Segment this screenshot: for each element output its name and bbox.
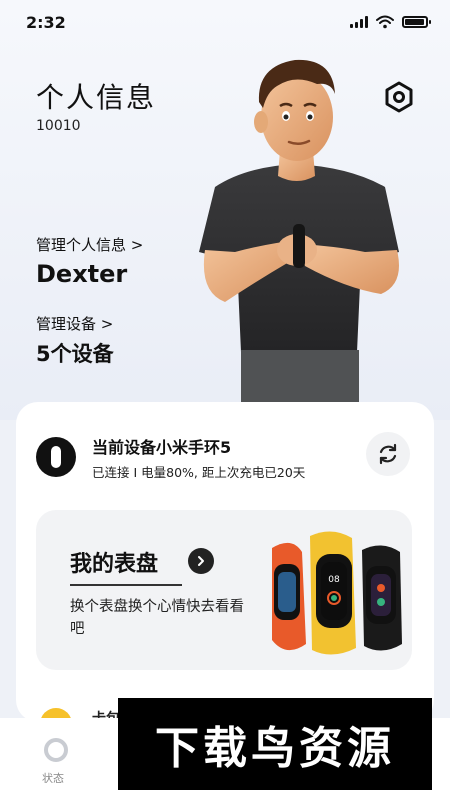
watermark-text: 下载鸟资源 — [155, 723, 395, 774]
status-icons — [350, 15, 431, 29]
tab-status-label[interactable]: 状态 — [42, 770, 64, 786]
device-status: 已连接 I 电量80%, 距上次充电已20天 — [92, 465, 306, 480]
watchface-description: 换个表盘换个心情快去看看吧 — [70, 599, 244, 637]
signal-icon — [350, 16, 368, 28]
band-products-image: 08 — [272, 531, 402, 655]
device-card: 当前设备小米手环5 已连接 I 电量80%, 距上次充电已20天 我的表盘 换个… — [16, 402, 434, 722]
manage-profile-link[interactable]: 管理个人信息 > — [36, 234, 143, 255]
title-underline — [70, 584, 182, 586]
user-name: Dexter — [36, 260, 128, 288]
status-tab-icon[interactable] — [44, 738, 68, 762]
band-face-time: 08 — [328, 575, 340, 585]
avatar-illustration — [199, 59, 399, 402]
band-device-icon — [36, 437, 76, 477]
chevron-right-icon[interactable] — [188, 548, 214, 574]
my-watchface-card[interactable]: 我的表盘 换个表盘换个心情快去看看吧 08 — [36, 510, 412, 670]
device-count: 5个设备 — [36, 342, 114, 366]
user-id: 10010 — [36, 118, 81, 134]
battery-icon — [402, 16, 431, 28]
watermark-banner: 下载鸟资源 — [118, 698, 432, 790]
status-bar: 2:32 — [0, 0, 450, 44]
current-device-title[interactable]: 当前设备小米手环5 — [92, 434, 231, 458]
sync-button[interactable] — [366, 432, 410, 476]
status-time: 2:32 — [26, 12, 66, 32]
battery-level — [405, 19, 424, 25]
manage-devices-link[interactable]: 管理设备 > — [36, 313, 113, 334]
wifi-icon — [376, 15, 394, 29]
watchface-title: 我的表盘 — [70, 552, 159, 577]
page-title: 个人信息 — [36, 81, 157, 114]
sync-icon — [379, 443, 397, 465]
